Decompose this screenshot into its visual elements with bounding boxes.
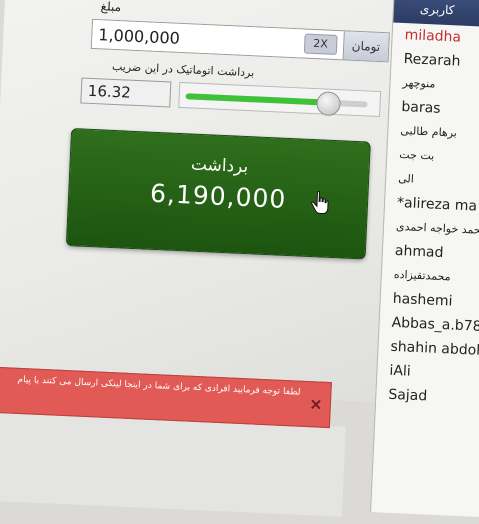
amount-input[interactable] [91, 19, 305, 58]
cashout-button[interactable]: برداشت 6,190,000 [65, 128, 371, 260]
bet-panel: مبلغ 2X تومان برداشت اتوماتیک در این ضری… [0, 0, 416, 517]
double-amount-button[interactable]: 2X [303, 33, 338, 55]
slider-fill [185, 93, 328, 106]
auto-cashout-label: برداشت اتوماتیک در این ضریب [111, 59, 255, 80]
close-icon[interactable]: × [308, 394, 325, 414]
multiplier-input[interactable] [80, 77, 172, 108]
amount-row: 2X تومان [90, 18, 390, 63]
user-list: miladha Rezarah منوچهر baras برهام طالبی بت ج… [376, 23, 479, 412]
amount-label: مبلغ [100, 0, 122, 15]
currency-select[interactable]: تومان [342, 31, 389, 62]
hand-cursor-icon [311, 191, 329, 215]
betting-screen: مبلغ 2X تومان برداشت اتوماتیک در این ضری… [0, 0, 479, 518]
user-list-item[interactable]: Sajad [376, 382, 479, 411]
multiplier-slider[interactable] [178, 81, 382, 118]
multiplier-row [80, 76, 382, 118]
alert-message: لطفا توجه فرمایید افرادی که برای شما در … [17, 374, 301, 398]
slider-thumb[interactable] [316, 91, 342, 117]
